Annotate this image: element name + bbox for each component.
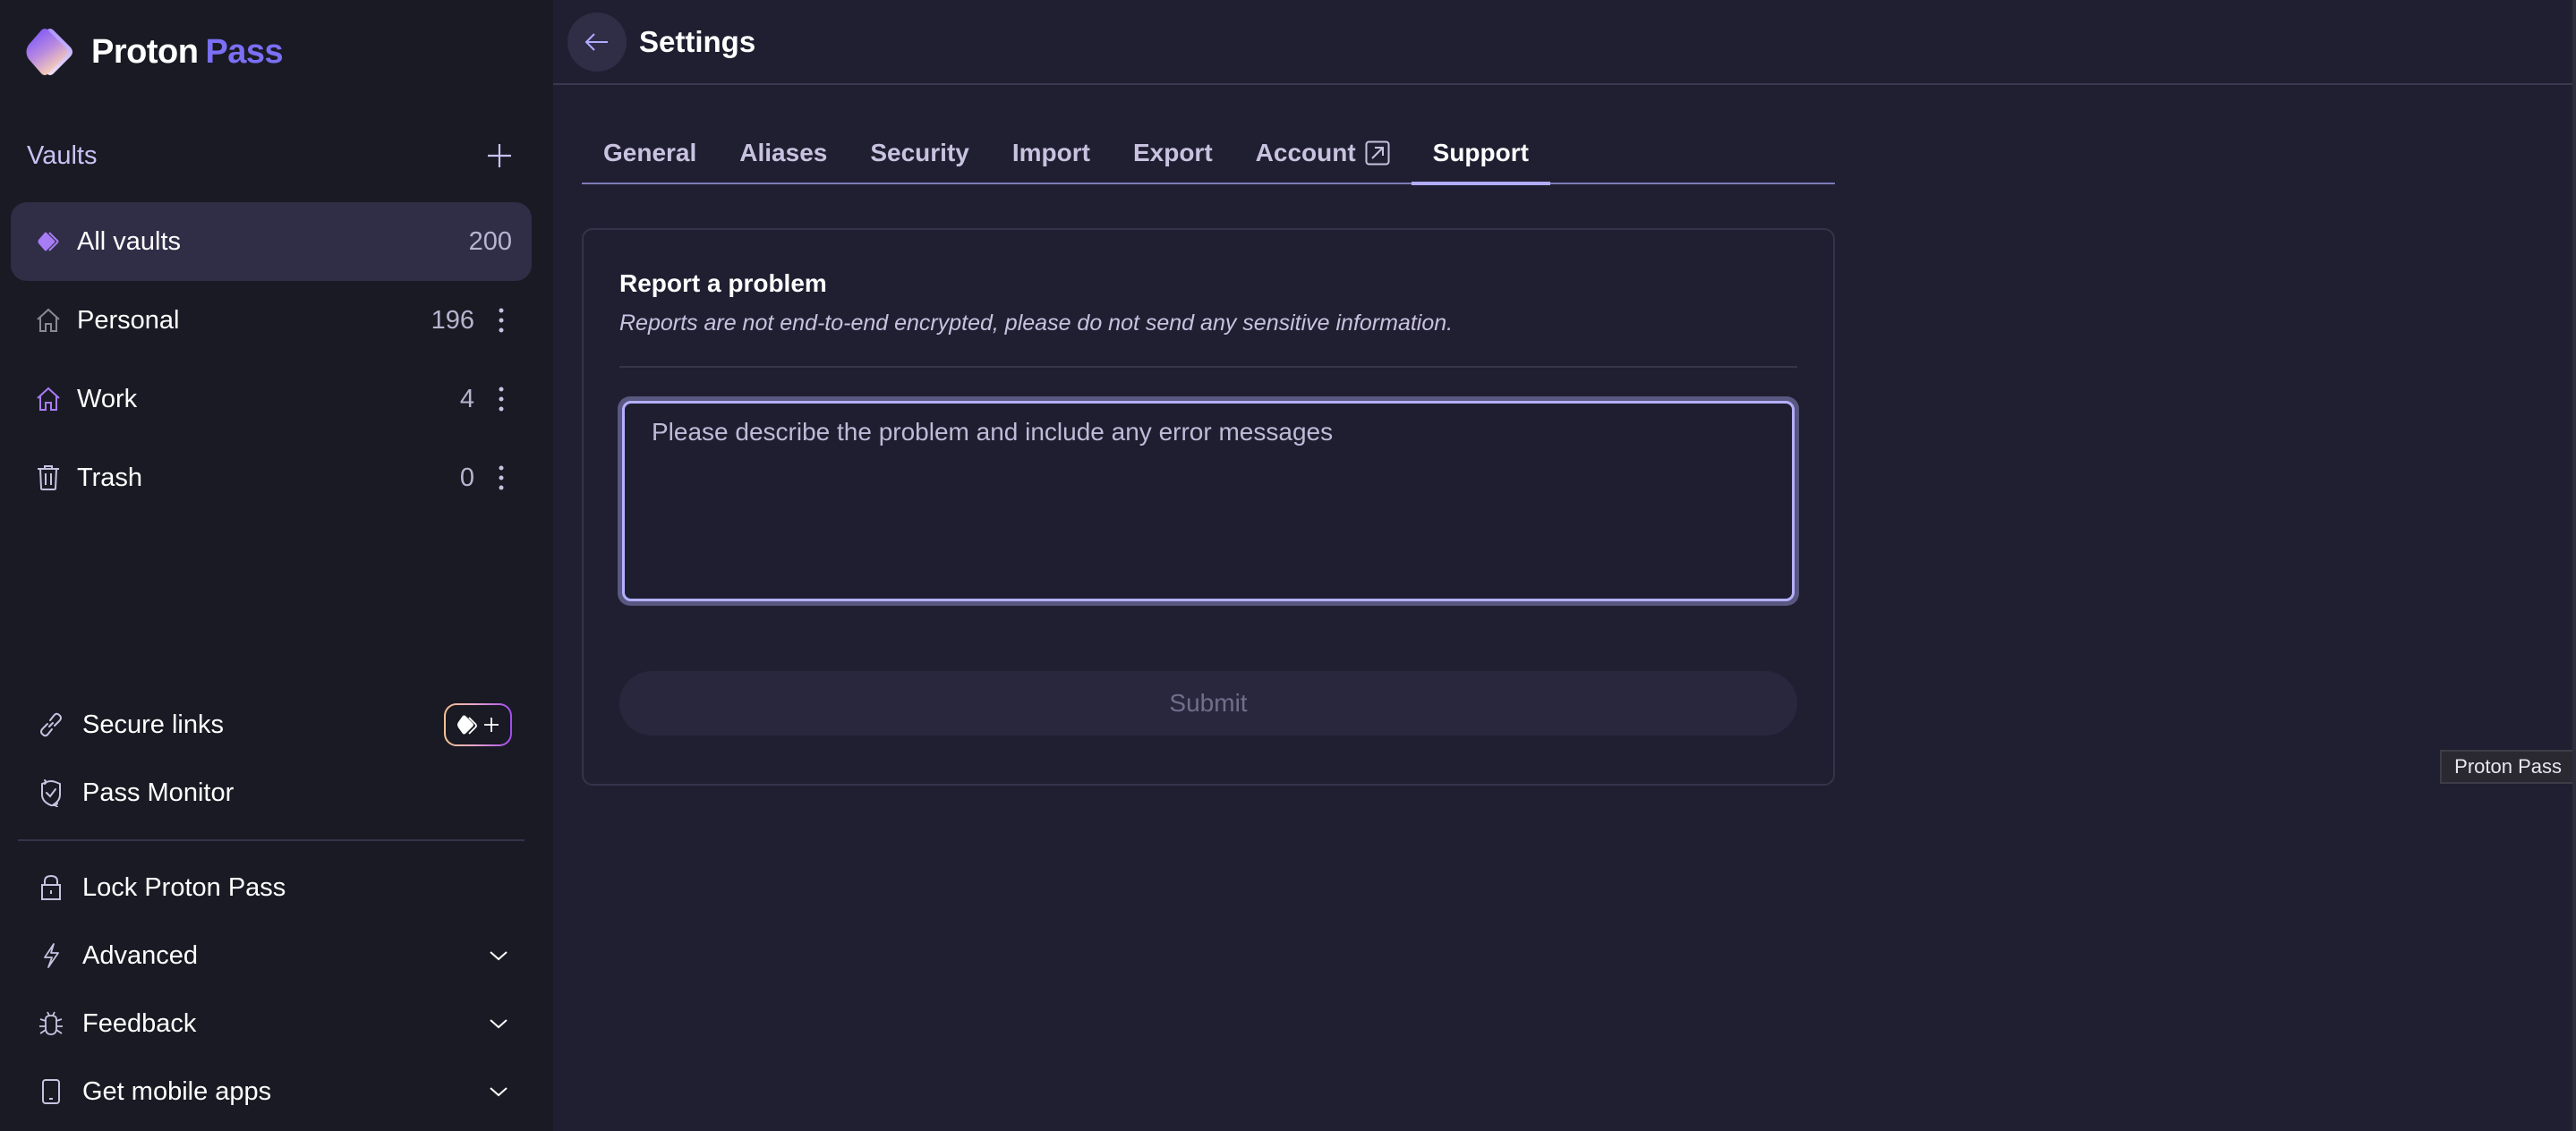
card-divider: [619, 366, 1797, 368]
sidebar-item-lock[interactable]: Lock Proton Pass: [11, 854, 532, 922]
vault-options-button[interactable]: [490, 464, 512, 491]
sidebar-item-label: Secure links: [82, 710, 224, 739]
bolt-icon: [38, 942, 64, 969]
tab-label: General: [603, 139, 697, 166]
vault-item-personal[interactable]: Personal 196: [11, 281, 532, 360]
sidebar-item-secure-links[interactable]: Secure links: [11, 691, 532, 759]
chevron-down-icon[interactable]: [485, 1010, 512, 1037]
tab-support[interactable]: Support: [1411, 123, 1551, 185]
vault-item-all-vaults[interactable]: All vaults 200: [11, 202, 532, 281]
more-vertical-icon: [499, 465, 504, 490]
vault-item-trash[interactable]: Trash 0: [11, 438, 532, 517]
tab-label: Export: [1132, 139, 1213, 166]
sidebar: Proton Pass Vaults All vaults 200 Persona…: [0, 0, 553, 1131]
vault-item-work[interactable]: Work 4: [11, 360, 532, 438]
sidebar-divider: [18, 839, 525, 841]
app-name: Proton Pass: [91, 32, 284, 72]
external-link-icon: [1365, 140, 1390, 166]
vault-name: Trash: [77, 463, 143, 492]
vault-count: 4: [459, 384, 474, 413]
more-vertical-icon: [499, 387, 504, 412]
sidebar-item-pass-monitor[interactable]: Pass Monitor: [11, 759, 532, 827]
sidebar-item-mobile-apps[interactable]: Get mobile apps: [11, 1058, 532, 1126]
card-description: Reports are not end-to-end encrypted, pl…: [619, 310, 1454, 336]
chevron-down-icon[interactable]: [485, 942, 512, 969]
vault-name: Personal: [77, 305, 180, 335]
home-icon: [36, 308, 61, 333]
tab-label: Import: [1011, 139, 1090, 166]
all-vaults-icon: [36, 229, 61, 254]
sidebar-item-label: Feedback: [82, 1008, 197, 1038]
sidebar-bottom: Secure links Pass Monitor Lock Proton Pa…: [11, 691, 532, 1126]
vault-list: All vaults 200 Personal 196 Work 4 Trash…: [11, 202, 532, 517]
sidebar-item-label: Get mobile apps: [82, 1076, 272, 1106]
upgrade-badge[interactable]: [444, 703, 512, 746]
plus-icon: [488, 144, 511, 167]
tab-general[interactable]: General: [582, 123, 718, 183]
chevron-down-icon[interactable]: [485, 1078, 512, 1105]
app-logo[interactable]: Proton Pass: [23, 25, 284, 79]
sidebar-item-feedback[interactable]: Feedback: [11, 990, 532, 1058]
card-title: Report a problem: [619, 269, 827, 297]
tab-aliases[interactable]: Aliases: [718, 123, 849, 183]
home-icon: [36, 387, 61, 412]
vaults-header: Vaults: [27, 134, 517, 177]
app-name-pass: Pass: [205, 32, 284, 71]
vault-count: 196: [431, 305, 474, 335]
vault-name: Work: [77, 384, 138, 413]
report-problem-card: Report a problem Reports are not end-to-…: [582, 228, 1835, 786]
main-content: Settings General Aliases Security Import…: [553, 0, 2576, 1131]
more-vertical-icon: [499, 308, 504, 333]
link-icon: [38, 711, 64, 738]
vault-options-button[interactable]: [490, 307, 512, 334]
bug-icon: [38, 1010, 64, 1037]
tab-label: Account: [1255, 139, 1356, 166]
arrow-left-icon: [584, 32, 608, 51]
window-edge: [2572, 0, 2576, 1131]
plus-icon: [484, 718, 499, 732]
page-header: Settings: [553, 0, 2576, 85]
tab-label: Security: [870, 139, 969, 166]
vault-name: All vaults: [77, 226, 182, 256]
shield-check-icon: [38, 779, 64, 807]
tab-security[interactable]: Security: [849, 123, 991, 183]
tab-import[interactable]: Import: [991, 123, 1112, 183]
add-vault-button[interactable]: [482, 138, 517, 174]
mobile-icon: [38, 1078, 64, 1105]
app-name-proton: Proton: [91, 32, 199, 71]
tab-label: Support: [1432, 139, 1529, 166]
lock-icon: [38, 874, 64, 901]
pass-plus-icon: [457, 715, 477, 735]
problem-textarea-focus-ring: [618, 396, 1799, 606]
vault-count: 0: [459, 463, 474, 492]
tab-export[interactable]: Export: [1112, 123, 1234, 183]
tab-account[interactable]: Account: [1234, 123, 1412, 183]
submit-button[interactable]: Submit: [619, 671, 1797, 736]
sidebar-item-advanced[interactable]: Advanced: [11, 922, 532, 990]
sidebar-item-label: Pass Monitor: [82, 778, 235, 807]
problem-description-input[interactable]: [622, 401, 1795, 601]
sidebar-item-label: Advanced: [82, 940, 198, 970]
back-button[interactable]: [567, 12, 627, 72]
vault-count: 200: [468, 226, 512, 256]
vaults-label: Vaults: [27, 140, 98, 170]
proton-pass-logo-icon: [26, 29, 73, 75]
tooltip: Proton Pass: [2440, 750, 2576, 784]
vault-options-button[interactable]: [490, 386, 512, 412]
settings-tabs: General Aliases Security Import Export A…: [582, 123, 1835, 185]
page-title: Settings: [639, 24, 756, 58]
sidebar-item-label: Lock Proton Pass: [82, 872, 286, 902]
trash-icon: [36, 465, 61, 490]
tab-label: Aliases: [739, 139, 828, 166]
